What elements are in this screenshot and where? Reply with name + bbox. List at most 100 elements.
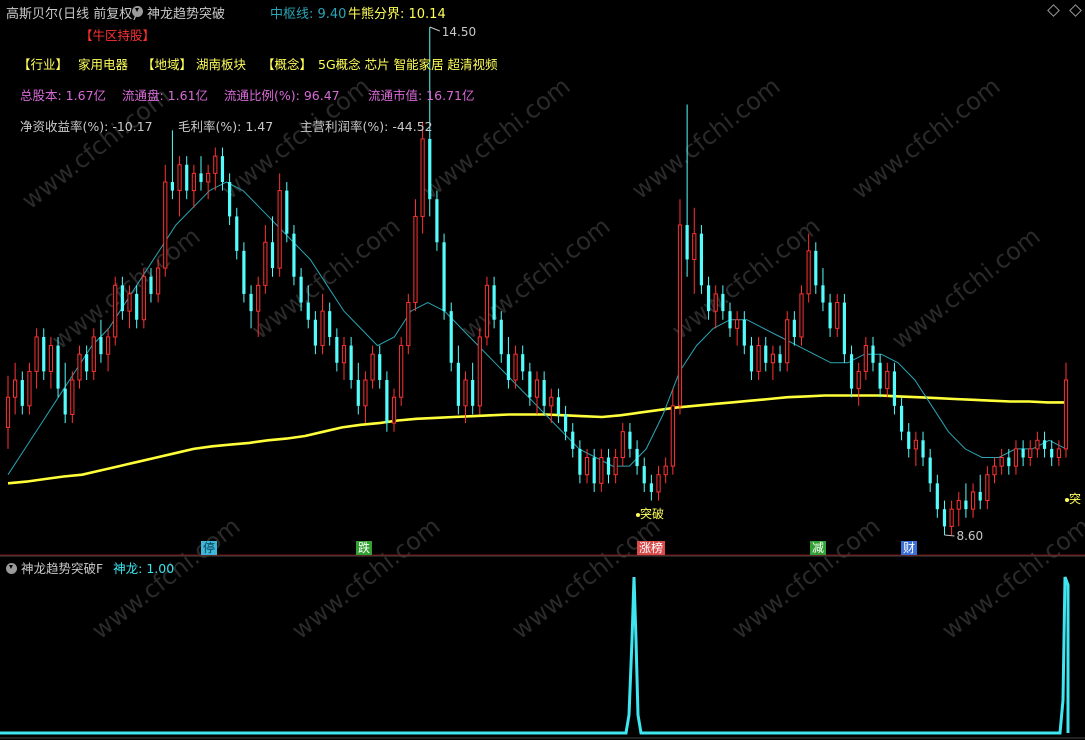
event-drop[interactable]: 跌 [356,541,373,555]
candle-body [1063,379,1069,450]
candle-body [670,405,675,467]
candle-body [135,293,139,320]
candle-body [956,500,961,510]
event-finance[interactable]: 财 [901,541,918,555]
region-key: 【地域】 [142,57,193,72]
candle-body [728,311,732,329]
watermark-text: www.cfchi.com [626,72,785,205]
breakout-marker-right: 突 [1065,490,1081,507]
candle-body [628,431,632,449]
candle-body [263,241,268,286]
candle-body [228,181,232,217]
candle-body [792,319,796,337]
candle-body [42,336,46,372]
candle-body [970,491,976,510]
candle-body [1050,448,1054,458]
candle-body [578,448,582,475]
watermark-text: www.cfchi.com [506,512,665,645]
candle-body [699,233,704,286]
candle-body [63,388,67,415]
candle-body [406,302,411,347]
candle-body [328,311,332,337]
candle-body [77,353,82,381]
candle-body [91,336,96,372]
candle-body [127,293,132,312]
candle-body [177,164,182,192]
candle-body [656,474,661,493]
candle-body [814,250,818,286]
candle-body [885,370,890,390]
candle-body [928,457,932,484]
candle-body [856,370,861,390]
event-reduce[interactable]: 减 [810,541,827,555]
candle-body [385,380,389,424]
lower-indicator-name[interactable]: 神龙趋势突破F [21,561,103,576]
candle-body [764,345,768,363]
zone-tag: 【牛区持股】 [80,28,156,43]
candle-body [942,509,947,527]
candle-body [892,371,897,406]
total-shares: 总股本: 1.67亿 [20,88,107,103]
candle-body [199,173,203,182]
candle-body [292,233,296,277]
candle-body [1013,448,1019,467]
candle-body [592,457,596,484]
candle-body [191,172,196,192]
high-label: 14.50 [442,25,476,39]
candle-body [571,431,575,449]
candle-body [299,276,303,303]
candle-body [149,276,153,294]
low-pointer [944,534,955,537]
watermark-text: www.cfchi.com [246,212,405,345]
candle-body [285,190,289,234]
candle-body [141,276,146,321]
candle-body [442,242,446,312]
watermark-text: www.cfchi.com [456,212,615,345]
candle-body [492,285,496,320]
candle-body [821,285,825,303]
candle-body [1035,439,1040,450]
candle-body [471,380,475,406]
candle-body [513,353,518,381]
candle-body [99,336,103,355]
candle-body [871,345,875,363]
candle-body [370,353,375,381]
event-suspend[interactable]: 停 [201,541,218,555]
candle-body [735,319,740,329]
candle-body [120,285,124,312]
chart-canvas[interactable]: www.cfchi.com www.cfchi.com www.cfchi.com w… [0,0,1085,740]
industry-value: 家用电器 [78,57,129,72]
candle-body [313,319,317,346]
candle-body [220,156,225,182]
event-top-list[interactable]: 涨榜 [637,541,666,555]
candle-body [163,181,168,269]
lower-indicator-value: 神龙: 1.00 [113,561,175,576]
candle-body [341,345,347,364]
breakout-label-right: 突 [1069,492,1082,506]
breakout-label: 突破 [640,507,665,521]
industry-key: 【行业】 [18,57,69,72]
candle-body [356,380,360,406]
candle-body [206,172,211,183]
candle-body [85,354,89,372]
candle-body [899,405,904,432]
float-ratio: 流通比例(%): 96.47 [224,88,340,103]
float-shares: 流通盘: 1.61亿 [122,88,209,103]
low-label: 8.60 [956,529,983,543]
candle-body [642,466,646,484]
candle-body [56,345,60,389]
candle-body [270,242,275,269]
candle-body [256,284,261,312]
operating-margin: 主营利润率(%): -44.52 [300,119,433,134]
lower-chevron-icon[interactable] [6,562,17,577]
candle-body [778,354,782,363]
candle-body [635,448,639,467]
candle-body [556,397,561,415]
candle-body [534,379,540,398]
candle-body [542,380,546,406]
candle-body [992,465,997,476]
candle-body [378,354,382,381]
lower-panel-header: 神龙趋势突破F 神龙: 1.00 [6,558,174,577]
candle-body [349,345,353,381]
candle-body [785,319,790,364]
